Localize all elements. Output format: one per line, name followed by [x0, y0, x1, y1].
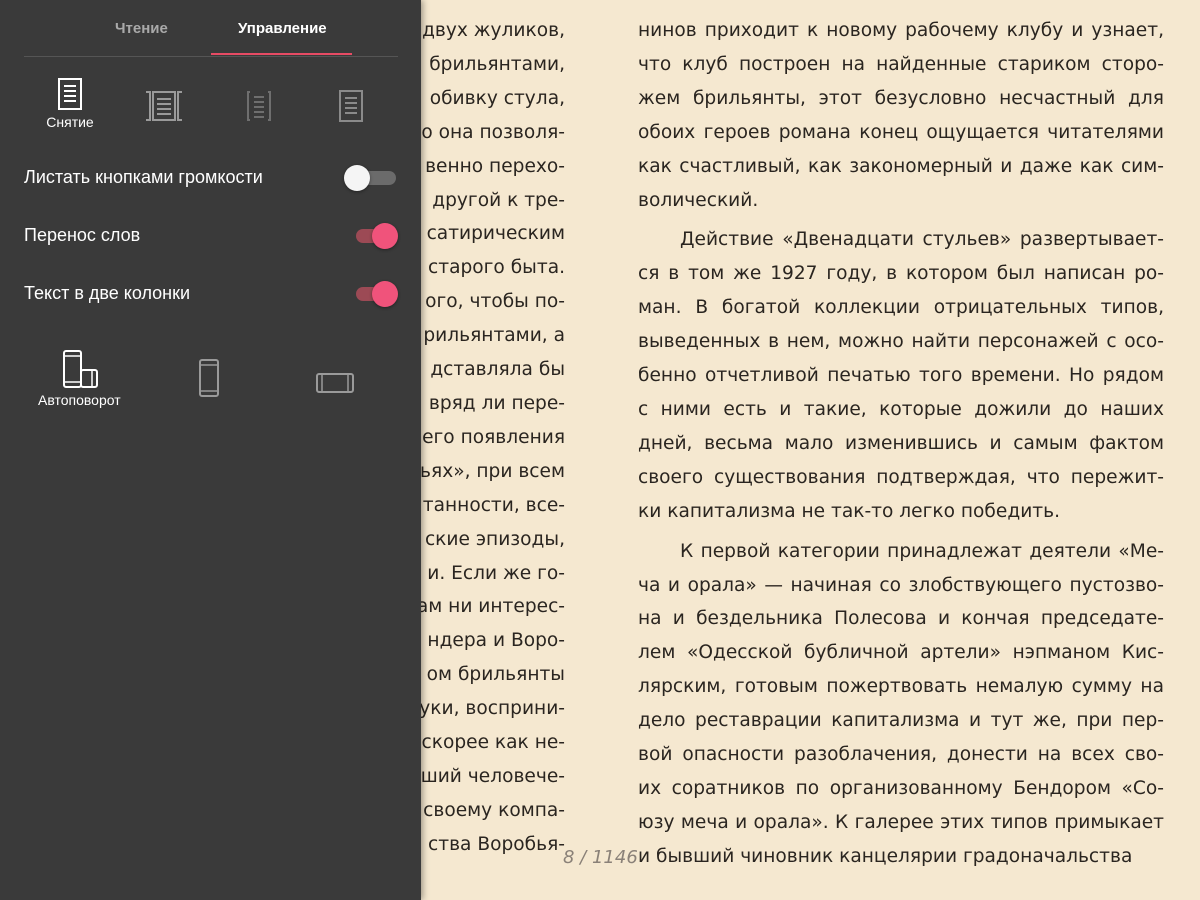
text-line: венно перехо- — [425, 155, 565, 177]
page-single-icon — [58, 78, 82, 110]
toggle-knob — [372, 281, 398, 307]
hyphenation-label: Перенос слов — [24, 225, 141, 245]
text-line: дней, весьма мало изменившись и самым фа… — [638, 432, 1164, 454]
left-text-column: двух жуликов, брильянтами, обивку стула, о … — [412, 14, 565, 862]
two-columns-toggle[interactable] — [354, 281, 398, 307]
text-line: ьях», при всем — [420, 460, 565, 482]
text-line: ого, чтобы по- — [425, 291, 565, 313]
text-line: ства Воробья- — [428, 833, 565, 855]
hyphenation-setting[interactable]: Перенос слов — [24, 221, 398, 251]
text-line: нинов приходит к новому рабочему клубу и… — [638, 20, 1164, 41]
toggle-knob — [344, 165, 370, 191]
text-line: вой опасности разоблачения, донести на в… — [638, 744, 1164, 766]
text-line: танности, все- — [422, 494, 565, 516]
text-line: ший человече- — [420, 765, 565, 787]
right-text-column: нинов приходит к новому рабочему клубу и… — [638, 14, 1164, 880]
two-columns-label: Текст в две колонки — [24, 283, 191, 303]
portrait-phone-icon — [199, 359, 219, 397]
tab-controls[interactable]: Управление — [238, 20, 327, 37]
volume-keys-setting[interactable]: Листать кнопками громкости — [24, 163, 398, 193]
text-line: рильянтами, а — [423, 325, 565, 347]
page-indicator: 8 / 1146 — [563, 847, 638, 868]
text-paragraph: К первой категории принадлежат деятели «… — [638, 535, 1164, 874]
text-line: лем «Одесской бубличной артели» нэпманом… — [638, 642, 1164, 664]
auto-rotate-icon — [63, 350, 99, 388]
text-line: и. Если же го- — [427, 562, 565, 584]
text-line: что клуб построен на найденные стариком … — [638, 53, 1164, 75]
text-line: К первой категории принадлежат деятели «… — [680, 540, 1164, 562]
rotation-option-landscape[interactable] — [315, 370, 355, 396]
text-line: волический. — [638, 189, 759, 211]
toggle-knob — [372, 223, 398, 249]
text-line: их соратников по организованному Бендоро… — [638, 777, 1164, 799]
text-line: вряд ли пере- — [428, 392, 565, 414]
text-line: как счастливый, как закономерный и даже … — [638, 155, 1164, 177]
mode-option-removal[interactable]: Снятие — [40, 78, 100, 138]
text-line: своему компа- — [423, 799, 565, 821]
text-line: ндера и Воро- — [427, 630, 565, 652]
text-line: его появления — [422, 426, 565, 448]
page-plain-icon — [339, 90, 363, 122]
text-line: другой к тре- — [432, 189, 565, 211]
text-line: и бывший чиновник канцелярии градоначаль… — [638, 845, 1133, 867]
page-curl-both-icon — [146, 91, 182, 121]
page-turn-modes: Снятие — [24, 78, 398, 138]
text-line: ки капитализма не так-то легко победить. — [638, 500, 1060, 522]
settings-tabs: Чтение Управление — [24, 0, 398, 57]
text-line: дставляла бы — [430, 359, 565, 381]
text-line: Действие «Двенадцати стульев» развертыва… — [680, 229, 1164, 251]
text-paragraph: Действие «Двенадцати стульев» развертыва… — [638, 223, 1164, 528]
page-curl-icon — [247, 91, 271, 121]
rotation-option-auto[interactable]: Автоповорот — [38, 350, 121, 408]
volume-keys-toggle[interactable] — [344, 165, 398, 191]
text-line: брильянтами, — [429, 53, 565, 75]
text-line: обоих героев романа конец ощущается чита… — [638, 121, 1164, 143]
text-paragraph: нинов приходит к новому рабочему клубу и… — [638, 14, 1164, 217]
text-line: сатирическим — [426, 223, 565, 245]
landscape-phone-icon — [316, 373, 354, 393]
rotation-label: Автоповорот — [38, 392, 121, 408]
text-line: своего существования подтверждая, что пе… — [638, 466, 1164, 488]
text-line: ские эпизоды, — [424, 528, 565, 550]
text-line: на и бездельника Полесова и кончая предс… — [638, 608, 1164, 630]
text-line: уки, восприни- — [419, 698, 565, 720]
text-line: обивку стула, — [429, 87, 565, 109]
text-line: дело реставрации капитализма и тут же, п… — [638, 710, 1164, 732]
text-line: старого быта. — [428, 257, 565, 279]
text-line: ся в том же 1927 году, в котором был нап… — [638, 263, 1164, 285]
text-line: выведенных в нем, можно найти персонажей… — [638, 331, 1164, 353]
text-line: ча и орала» — начиная со злобствующего п… — [638, 574, 1164, 596]
mode-option-plain[interactable] — [321, 78, 381, 138]
text-line: о она позволя- — [421, 121, 565, 143]
text-line: ам ни интерес- — [416, 596, 565, 618]
text-line: лярским, готовым пожертвовать немалую су… — [638, 676, 1164, 698]
text-line: юзу меча и орала». К галерее этих типов … — [638, 811, 1164, 833]
active-tab-indicator — [211, 53, 352, 55]
text-line: ман. В богатой коллекции отрицательных т… — [638, 297, 1164, 319]
mode-label: Снятие — [46, 114, 94, 130]
mode-option-curl-both[interactable] — [134, 78, 194, 138]
hyphenation-toggle[interactable] — [354, 223, 398, 249]
text-line: ом брильянты — [426, 664, 565, 686]
rotation-option-portrait[interactable] — [196, 358, 222, 398]
text-line: жем брильянты, этот безусловно несчастны… — [638, 87, 1164, 109]
text-line: скорее как не- — [421, 732, 566, 754]
text-line: с ними есть и такие, которые дожили до н… — [638, 398, 1164, 420]
volume-keys-label: Листать кнопками громкости — [24, 167, 263, 187]
mode-option-curl[interactable] — [229, 78, 289, 138]
settings-panel: Чтение Управление Снятие Листать кнопкам… — [0, 0, 421, 900]
tab-reading[interactable]: Чтение — [115, 20, 168, 37]
text-line: бенно отчетливой печатью того времени. Н… — [638, 365, 1164, 387]
two-columns-setting[interactable]: Текст в две колонки — [24, 279, 398, 309]
text-line: двух жуликов, — [422, 20, 565, 41]
rotation-modes: Автоповорот — [24, 350, 398, 420]
